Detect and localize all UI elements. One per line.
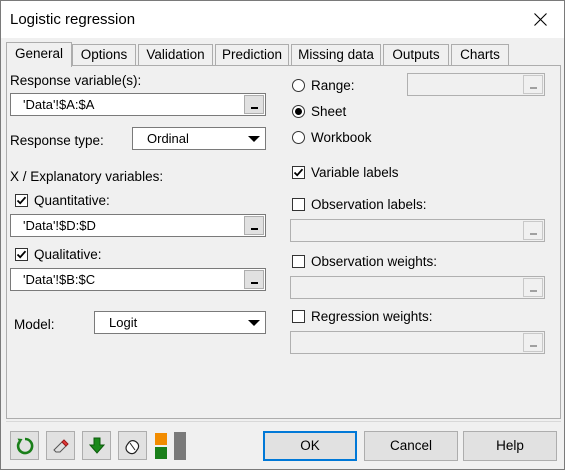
observation-labels-checkbox[interactable] [292, 198, 305, 211]
help-button[interactable]: Help [463, 431, 557, 461]
qualitative-label: Qualitative: [34, 247, 102, 262]
logistic-regression-dialog: Logistic regression General Options Vali… [0, 0, 565, 470]
observation-labels-select-button[interactable] [523, 221, 543, 240]
load-button[interactable] [82, 431, 111, 460]
ok-button[interactable]: OK [263, 431, 357, 461]
tab-missing-data[interactable]: Missing data [291, 44, 381, 66]
clear-button[interactable] [46, 431, 75, 460]
range-label: Range: [311, 78, 355, 93]
response-variable-field[interactable]: 'Data'!$A:$A [10, 93, 266, 116]
workbook-label: Workbook [311, 130, 372, 145]
quantitative-checkbox[interactable] [15, 194, 28, 207]
observation-weights-select-button[interactable] [523, 278, 543, 297]
tab-options[interactable]: Options [72, 44, 136, 66]
observation-weights-checkbox[interactable] [292, 255, 305, 268]
observation-weights-field[interactable] [290, 276, 545, 299]
response-type-label: Response type: [10, 133, 104, 148]
tab-general[interactable]: General [6, 42, 72, 67]
variable-labels-checkbox[interactable] [292, 166, 305, 179]
response-variable-select-button[interactable] [244, 95, 264, 114]
model-select[interactable]: Logit [94, 311, 266, 334]
sheet-label: Sheet [311, 104, 347, 119]
quantitative-select-button[interactable] [244, 216, 264, 235]
divider [6, 421, 561, 422]
checkmark-icon [16, 196, 27, 205]
response-type-select[interactable]: Ordinal [132, 127, 266, 150]
range-select-button[interactable] [523, 75, 543, 94]
observation-labels-field[interactable] [290, 219, 545, 242]
layout-toggle-icon [155, 432, 186, 460]
chevron-down-icon [244, 129, 264, 148]
reset-button[interactable] [10, 431, 39, 460]
range-field[interactable] [407, 73, 545, 96]
tab-charts[interactable]: Charts [451, 44, 509, 66]
workbook-radio[interactable] [292, 131, 305, 144]
tab-prediction[interactable]: Prediction [215, 44, 289, 66]
quantitative-label: Quantitative: [34, 193, 110, 208]
response-variable-label: Response variable(s): [10, 73, 142, 88]
observation-weights-label: Observation weights: [311, 254, 438, 269]
explanatory-variables-label: X / Explanatory variables: [10, 169, 164, 184]
chevron-down-icon [244, 313, 264, 332]
checkmark-icon [293, 168, 304, 177]
layout-toggle-button[interactable] [153, 431, 189, 461]
sheet-radio[interactable] [292, 105, 305, 118]
qualitative-checkbox[interactable] [15, 248, 28, 261]
regression-weights-label: Regression weights: [311, 309, 433, 324]
eraser-icon [53, 439, 69, 453]
mouse-icon [125, 440, 140, 455]
regression-weights-select-button[interactable] [523, 333, 543, 352]
close-button[interactable] [518, 1, 564, 38]
download-arrow-icon [88, 437, 106, 454]
regression-weights-field[interactable] [290, 331, 545, 354]
qualitative-select-button[interactable] [244, 270, 264, 289]
close-icon [534, 13, 547, 26]
reset-icon [16, 437, 34, 455]
window-title: Logistic regression [10, 11, 136, 28]
quantitative-field[interactable]: 'Data'!$D:$D [10, 214, 266, 237]
qualitative-field[interactable]: 'Data'!$B:$C [10, 268, 266, 291]
regression-weights-checkbox[interactable] [292, 310, 305, 323]
title-bar: Logistic regression [1, 1, 564, 38]
tab-outputs[interactable]: Outputs [383, 44, 449, 66]
mouse-button[interactable] [118, 431, 147, 460]
cancel-button[interactable]: Cancel [364, 431, 458, 461]
tab-validation[interactable]: Validation [138, 44, 213, 66]
checkmark-icon [16, 250, 27, 259]
model-label: Model: [14, 317, 55, 332]
variable-labels-label: Variable labels [311, 165, 399, 180]
range-radio[interactable] [292, 79, 305, 92]
observation-labels-label: Observation labels: [311, 197, 427, 212]
general-panel [6, 65, 561, 419]
